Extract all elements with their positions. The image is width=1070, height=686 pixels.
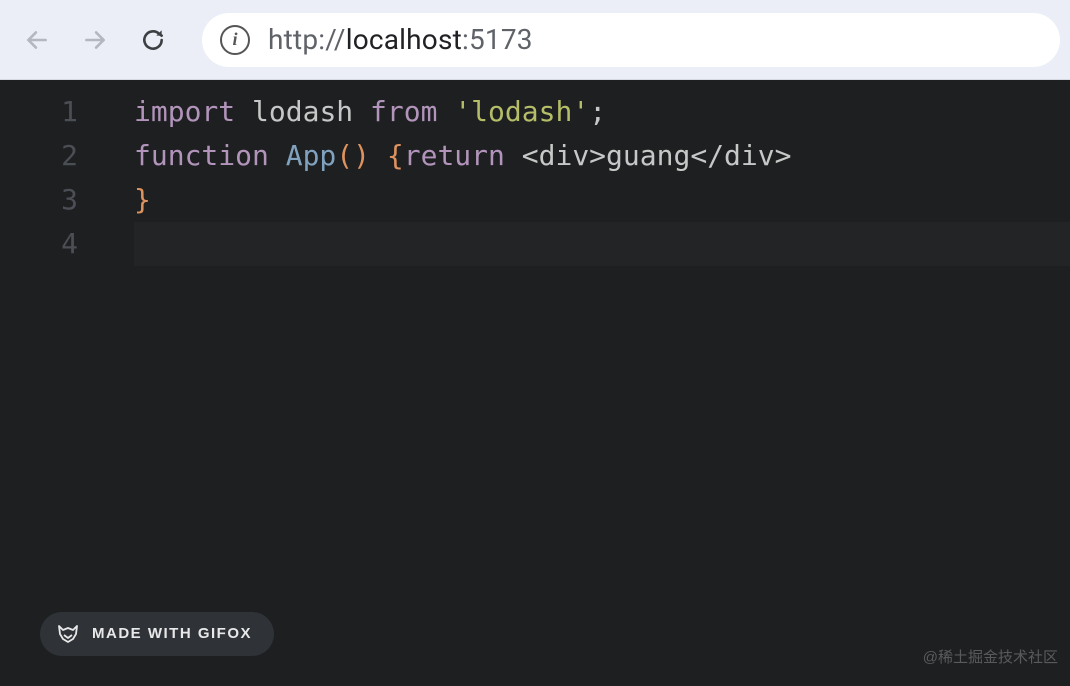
token-id: guang [606, 139, 690, 172]
token-fn: App [286, 139, 337, 172]
token-br: } [134, 183, 151, 216]
token-tag: </div> [690, 139, 791, 172]
arrow-left-icon [24, 27, 50, 53]
token-tag: <div> [522, 139, 606, 172]
arrow-right-icon [82, 27, 108, 53]
token-id [353, 95, 370, 128]
back-button[interactable] [10, 13, 64, 67]
reload-icon [140, 27, 166, 53]
token-br: { [387, 139, 404, 172]
browser-toolbar: i http://localhost:5173 [0, 0, 1070, 80]
code-line[interactable]: function App() {return <div>guang</div> [134, 134, 1070, 178]
token-punc: ; [589, 95, 606, 128]
url-host: localhost [346, 23, 462, 56]
token-kw: import [134, 95, 235, 128]
code-content[interactable]: import lodash from 'lodash';function App… [100, 80, 1070, 686]
fox-icon [56, 622, 80, 646]
token-id [370, 139, 387, 172]
reload-button[interactable] [126, 13, 180, 67]
line-number: 3 [0, 178, 100, 222]
code-line[interactable] [134, 222, 1070, 266]
gifox-label: MADE WITH GIFOX [92, 612, 252, 656]
line-number: 1 [0, 90, 100, 134]
token-id: lodash [252, 95, 353, 128]
code-editor[interactable]: 1234 import lodash from 'lodash';functio… [0, 80, 1070, 686]
token-br: () [336, 139, 370, 172]
code-line[interactable]: } [134, 178, 1070, 222]
token-kw: function [134, 139, 269, 172]
line-number: 2 [0, 134, 100, 178]
address-bar[interactable]: i http://localhost:5173 [202, 13, 1060, 67]
site-info-icon[interactable]: i [220, 25, 250, 55]
token-kw: return [404, 139, 505, 172]
token-kw: from [370, 95, 437, 128]
url-scheme: http:// [268, 23, 346, 56]
line-number-gutter: 1234 [0, 80, 100, 686]
token-id [437, 95, 454, 128]
watermark-text: @稀土掘金技术社区 [923, 636, 1058, 680]
token-id [505, 139, 522, 172]
token-id [269, 139, 286, 172]
forward-button[interactable] [68, 13, 122, 67]
url-port: :5173 [462, 23, 533, 56]
code-line[interactable]: import lodash from 'lodash'; [134, 90, 1070, 134]
token-id [235, 95, 252, 128]
token-str: 'lodash' [454, 95, 589, 128]
url-text: http://localhost:5173 [268, 23, 533, 56]
gifox-badge[interactable]: MADE WITH GIFOX [40, 612, 274, 656]
line-number: 4 [0, 222, 100, 266]
